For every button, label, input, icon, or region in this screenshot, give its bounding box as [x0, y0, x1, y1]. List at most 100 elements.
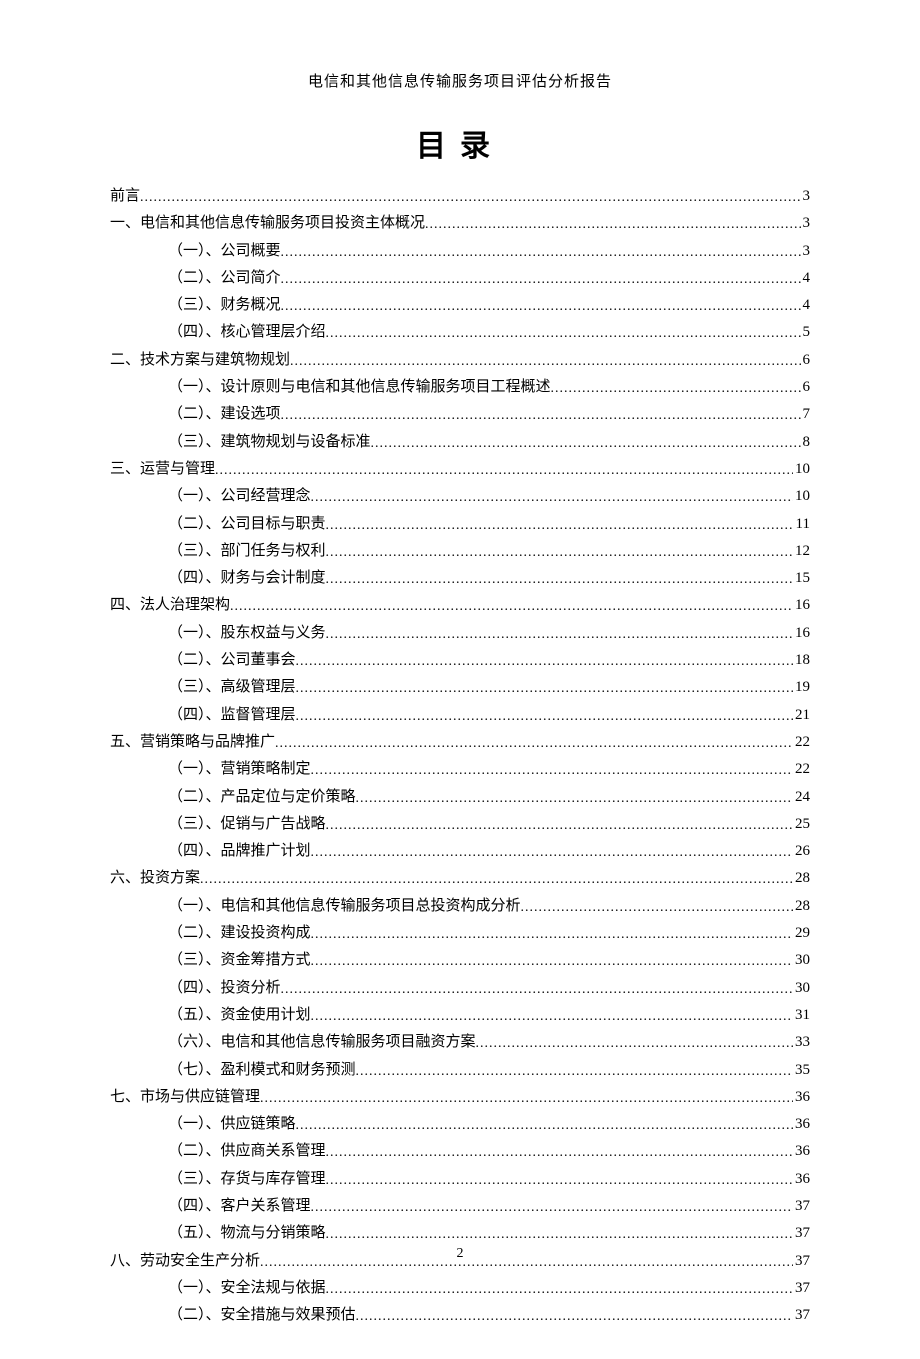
toc-entry-label: 七、市场与供应链管理 [110, 1084, 260, 1111]
toc-leader-dots [326, 1277, 793, 1302]
toc-entry: 三、运营与管理 10 [110, 456, 810, 483]
toc-entry-label: （二）、供应商关系管理 [110, 1138, 326, 1165]
toc-leader-dots [140, 185, 800, 210]
toc-leader-dots [296, 704, 793, 729]
toc-leader-dots [311, 922, 793, 947]
toc-entry: （三）、高级管理层19 [110, 674, 810, 701]
toc-entry: （四）、监督管理层 21 [110, 702, 810, 729]
toc-leader-dots [356, 1304, 793, 1329]
toc-entry: （二）、公司简介 4 [110, 265, 810, 292]
toc-leader-dots [326, 1222, 793, 1247]
toc-entry-page: 11 [794, 511, 810, 538]
toc-entry-label: （一）、股东权益与义务 [110, 620, 326, 647]
toc-leader-dots [311, 840, 793, 865]
toc-entry-page: 7 [801, 401, 811, 428]
toc-entry-label: （一）、安全法规与依据 [110, 1275, 326, 1302]
toc-entry-label: 五、营销策略与品牌推广 [110, 729, 275, 756]
toc-entry-page: 22 [793, 756, 810, 783]
toc-entry-label: （五）、物流与分销策略 [110, 1220, 326, 1247]
toc-entry-label: （四）、监督管理层 [110, 702, 296, 729]
toc-entry-page: 36 [793, 1138, 810, 1165]
toc-entry: （二）、公司董事会18 [110, 647, 810, 674]
toc-leader-dots [311, 949, 793, 974]
toc-entry-label: （五）、资金使用计划 [110, 1002, 311, 1029]
toc-entry: （四）、核心管理层介绍5 [110, 319, 810, 346]
toc-leader-dots [200, 867, 793, 892]
toc-entry: （一）、电信和其他信息传输服务项目总投资构成分析 28 [110, 893, 810, 920]
toc-entry-label: （一）、营销策略制定 [110, 756, 311, 783]
toc-entry-page: 30 [793, 947, 810, 974]
toc-entry-page: 4 [801, 292, 811, 319]
toc-entry-page: 21 [793, 702, 810, 729]
toc-entry: （五）、物流与分销策略37 [110, 1220, 810, 1247]
toc-entry-page: 29 [793, 920, 810, 947]
toc-leader-dots [311, 1004, 793, 1029]
toc-leader-dots [296, 649, 793, 674]
toc-entry-page: 35 [793, 1057, 810, 1084]
toc-entry: （二）、建设选项 7 [110, 401, 810, 428]
toc-entry: （二）、产品定位与定价策略24 [110, 784, 810, 811]
toc-entry-page: 37 [793, 1193, 810, 1220]
toc-leader-dots [281, 403, 801, 428]
toc-entry-page: 28 [793, 893, 810, 920]
toc-entry: （一）、设计原则与电信和其他信息传输服务项目工程概述6 [110, 374, 810, 401]
toc-entry-page: 36 [793, 1084, 810, 1111]
toc-entry-page: 18 [793, 647, 810, 674]
toc-entry: 二、技术方案与建筑物规划 6 [110, 347, 810, 374]
toc-entry: （三）、促销与广告战略25 [110, 811, 810, 838]
toc-leader-dots [215, 458, 793, 483]
document-page: 电信和其他信息传输服务项目评估分析报告 目录 前言3一、电信和其他信息传输服务项… [0, 0, 920, 1359]
toc-entry-page: 16 [793, 592, 810, 619]
toc-entry-label: （七）、盈利模式和财务预测 [110, 1057, 356, 1084]
toc-entry-page: 33 [793, 1029, 810, 1056]
toc-entry-label: （三）、高级管理层 [110, 674, 296, 701]
toc-entry-page: 30 [793, 975, 810, 1002]
toc-entry: （三）、部门任务与权利12 [110, 538, 810, 565]
toc-entry-label: （二）、建设投资构成 [110, 920, 311, 947]
toc-leader-dots [281, 267, 801, 292]
toc-entry-label: （二）、建设选项 [110, 401, 281, 428]
toc-entry-page: 37 [793, 1302, 810, 1329]
toc-leader-dots [281, 240, 801, 265]
toc-leader-dots [326, 540, 793, 565]
toc-entry-label: （二）、产品定位与定价策略 [110, 784, 356, 811]
toc-entry: （四）、投资分析 30 [110, 975, 810, 1002]
toc-entry-page: 3 [801, 183, 811, 210]
toc-entry-page: 4 [801, 265, 811, 292]
toc-entry: （二）、公司目标与职责11 [110, 511, 810, 538]
toc-leader-dots [521, 895, 793, 920]
toc-entry: 七、市场与供应链管理 36 [110, 1084, 810, 1111]
toc-entry: 五、营销策略与品牌推广22 [110, 729, 810, 756]
toc-entry-page: 6 [801, 347, 811, 374]
toc-entry-label: 一、电信和其他信息传输服务项目投资主体概况 [110, 210, 425, 237]
toc-entry-label: （四）、财务与会计制度 [110, 565, 326, 592]
toc-leader-dots [311, 485, 793, 510]
toc-entry: （三）、资金筹措方式30 [110, 947, 810, 974]
toc-entry-label: 六、投资方案 [110, 865, 200, 892]
toc-entry-label: （二）、公司简介 [110, 265, 281, 292]
toc-entry-label: 二、技术方案与建筑物规划 [110, 347, 290, 374]
toc-leader-dots [356, 1059, 793, 1084]
toc-leader-dots [311, 758, 793, 783]
toc-entry: （四）、财务与会计制度15 [110, 565, 810, 592]
toc-leader-dots [425, 212, 800, 237]
toc-entry: 前言3 [110, 183, 810, 210]
toc-leader-dots [326, 622, 793, 647]
toc-entry-label: （四）、投资分析 [110, 975, 281, 1002]
toc-leader-dots [326, 1168, 793, 1193]
toc-entry-page: 3 [801, 210, 811, 237]
toc-entry-page: 10 [793, 456, 810, 483]
toc-entry: （一）、公司概要3 [110, 238, 810, 265]
toc-entry-label: （三）、存货与库存管理 [110, 1166, 326, 1193]
toc-entry: （一）、公司经营理念10 [110, 483, 810, 510]
page-number: 2 [0, 1246, 920, 1262]
toc-leader-dots [356, 786, 793, 811]
toc-entry-label: （一）、电信和其他信息传输服务项目总投资构成分析 [110, 893, 521, 920]
toc-entry-page: 10 [793, 483, 810, 510]
toc-entry-label: 三、运营与管理 [110, 456, 215, 483]
toc-entry-page: 36 [793, 1111, 810, 1138]
toc-entry: 六、投资方案28 [110, 865, 810, 892]
toc-entry: （一）、股东权益与义务16 [110, 620, 810, 647]
toc-entry-page: 26 [793, 838, 810, 865]
toc-leader-dots [476, 1031, 793, 1056]
